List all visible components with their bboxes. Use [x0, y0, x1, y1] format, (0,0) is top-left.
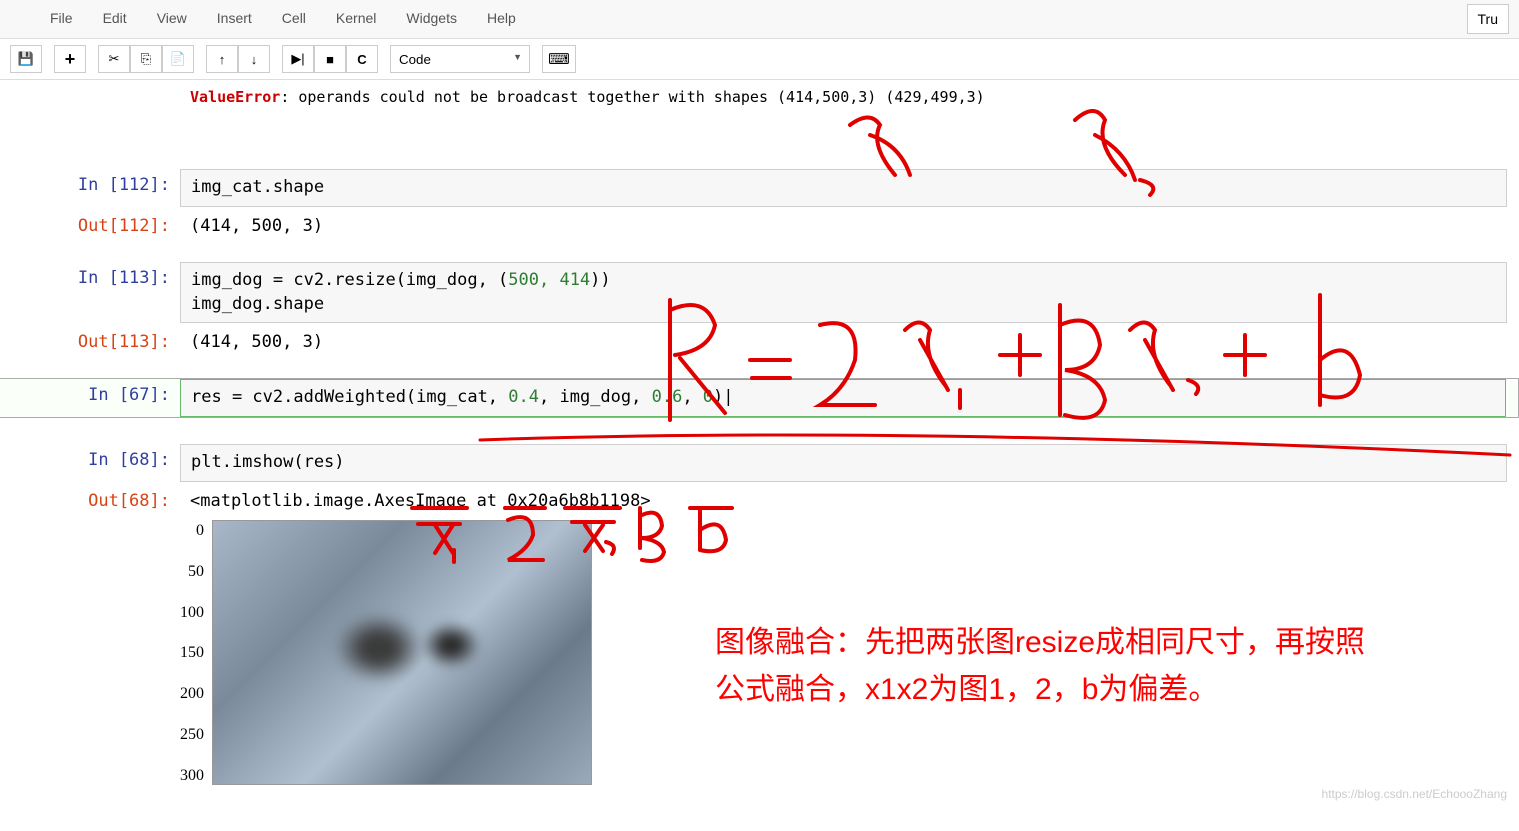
- command-palette-button[interactable]: ⌨: [542, 45, 576, 73]
- cell-113-input[interactable]: In [113]: img_dog = cv2.resize(img_dog, …: [0, 262, 1519, 324]
- out-prompt: Out[68]:: [0, 485, 180, 517]
- arrow-down-icon: ↓: [251, 52, 258, 67]
- watermark: https://blog.csdn.net/EchoooZhang: [1322, 787, 1507, 801]
- cell-68-input[interactable]: In [68]: plt.imshow(res): [0, 444, 1519, 482]
- cell-67-input[interactable]: In [67]: res = cv2.addWeighted(img_cat, …: [0, 378, 1519, 418]
- run-icon: ▶|: [291, 51, 304, 67]
- y-tick: 100: [180, 604, 204, 622]
- arrow-up-icon: ↑: [219, 52, 226, 67]
- copy-icon: ⎘: [141, 51, 151, 67]
- code-input[interactable]: img_dog = cv2.resize(img_dog, (500, 414)…: [180, 262, 1507, 324]
- error-message: : operands could not be broadcast togeth…: [280, 88, 984, 106]
- plot-image: [212, 520, 592, 785]
- out-prompt: Out[112]:: [0, 210, 180, 242]
- y-tick: 0: [180, 522, 204, 540]
- menu-view[interactable]: View: [151, 4, 211, 34]
- in-prompt: In [68]:: [0, 444, 180, 476]
- save-button[interactable]: 💾: [10, 45, 42, 73]
- cell-113-output: Out[113]: (414, 500, 3): [0, 326, 1519, 358]
- move-down-button[interactable]: ↓: [238, 45, 270, 73]
- in-prompt: In [113]:: [0, 262, 180, 294]
- y-tick: 50: [180, 563, 204, 581]
- toolbar: 💾 + ✂ ⎘ 📄 ↑ ↓ ▶| ■ C Code ⌨: [0, 39, 1519, 80]
- cell-112-output: Out[112]: (414, 500, 3): [0, 210, 1519, 242]
- run-button[interactable]: ▶|: [282, 45, 314, 73]
- menu-file[interactable]: File: [10, 4, 97, 34]
- cut-icon: ✂: [109, 51, 120, 67]
- cell-68-output: Out[68]: <matplotlib.image.AxesImage at …: [0, 485, 1519, 517]
- cut-button[interactable]: ✂: [98, 45, 130, 73]
- plot-y-axis: 0 50 100 150 200 250 300: [180, 520, 212, 785]
- output-text: (414, 500, 3): [180, 210, 1507, 242]
- chinese-annotation: 图像融合：先把两张图resize成相同尺寸，再按照公式融合，x1x2为图1，2，…: [715, 620, 1395, 713]
- restart-button[interactable]: C: [346, 45, 378, 73]
- error-name: ValueError: [190, 88, 280, 106]
- paste-button[interactable]: 📄: [162, 45, 194, 73]
- menu-cell[interactable]: Cell: [276, 4, 330, 34]
- stop-icon: ■: [326, 52, 334, 67]
- y-tick: 300: [180, 767, 204, 785]
- output-text: <matplotlib.image.AxesImage at 0x20a6b8b…: [180, 485, 1507, 517]
- y-tick: 150: [180, 644, 204, 662]
- y-tick: 250: [180, 726, 204, 744]
- menubar: File Edit View Insert Cell Kernel Widget…: [0, 0, 1519, 39]
- kernel-indicator[interactable]: Tru: [1467, 4, 1509, 34]
- in-prompt: In [67]:: [0, 379, 180, 411]
- in-prompt: In [112]:: [0, 169, 180, 201]
- output-text: (414, 500, 3): [180, 326, 1507, 358]
- menu-help[interactable]: Help: [481, 4, 540, 34]
- copy-button[interactable]: ⎘: [130, 45, 162, 73]
- cell-type-select[interactable]: Code: [390, 45, 530, 73]
- save-icon: 💾: [18, 51, 34, 67]
- error-output: ValueError: operands could not be broadc…: [0, 88, 1519, 106]
- y-tick: 200: [180, 685, 204, 703]
- code-input[interactable]: res = cv2.addWeighted(img_cat, 0.4, img_…: [180, 379, 1506, 417]
- menu-edit[interactable]: Edit: [97, 4, 151, 34]
- menu-insert[interactable]: Insert: [211, 4, 276, 34]
- move-up-button[interactable]: ↑: [206, 45, 238, 73]
- keyboard-icon: ⌨: [548, 50, 570, 68]
- add-cell-button[interactable]: +: [54, 45, 86, 73]
- plus-icon: +: [65, 49, 76, 70]
- out-prompt: Out[113]:: [0, 326, 180, 358]
- cell-112-input[interactable]: In [112]: img_cat.shape: [0, 169, 1519, 207]
- code-input[interactable]: img_cat.shape: [180, 169, 1507, 207]
- code-input[interactable]: plt.imshow(res): [180, 444, 1507, 482]
- menu-widgets[interactable]: Widgets: [400, 4, 481, 34]
- restart-icon: C: [357, 52, 366, 67]
- paste-icon: 📄: [170, 51, 186, 67]
- notebook-container: ValueError: operands could not be broadc…: [0, 80, 1519, 805]
- menu-kernel[interactable]: Kernel: [330, 4, 400, 34]
- annotation-text: 图像融合：先把两张图resize成相同尺寸，再按照公式融合，x1x2为图1，2，…: [715, 620, 1395, 713]
- stop-button[interactable]: ■: [314, 45, 346, 73]
